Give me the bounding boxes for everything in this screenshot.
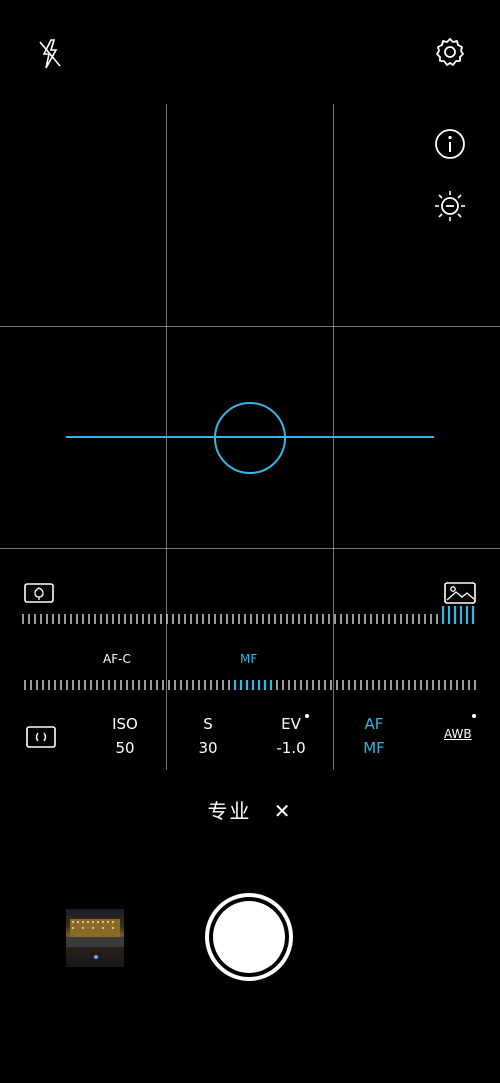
focus-circle[interactable] — [214, 402, 286, 474]
mode-bar: 专业 ✕ — [0, 795, 500, 824]
focus-control[interactable]: AF MF — [339, 712, 409, 760]
awb-control[interactable]: AWB — [444, 727, 472, 741]
iso-value: 50 — [115, 739, 135, 757]
grid-line — [0, 326, 500, 327]
shutter-speed-control[interactable]: S 30 — [173, 712, 243, 760]
focus-mode-mf[interactable]: MF — [240, 652, 257, 666]
shutter-speed-value: 30 — [198, 739, 218, 757]
close-icon[interactable]: ✕ — [274, 799, 293, 823]
metering-icon[interactable] — [26, 726, 56, 748]
shutter-button[interactable] — [205, 893, 293, 981]
focus-distance-ruler[interactable] — [22, 606, 478, 626]
focus-mode-ruler[interactable] — [24, 678, 476, 692]
grid-line — [0, 548, 500, 549]
ev-label: EV — [281, 715, 301, 733]
awb-indicator-dot — [472, 714, 476, 718]
pro-mode-label: 专业 — [207, 799, 252, 823]
landscape-icon — [444, 582, 476, 604]
focus-label: AF — [364, 715, 384, 733]
shutter-speed-label: S — [203, 715, 213, 733]
ev-value: -1.0 — [276, 739, 306, 757]
ev-indicator-dot — [305, 714, 309, 718]
focus-value: MF — [363, 739, 385, 757]
gallery-thumbnail[interactable] — [66, 909, 124, 967]
iso-label: ISO — [112, 715, 138, 733]
shutter-inner — [213, 901, 285, 973]
ev-control[interactable]: EV -1.0 — [256, 712, 326, 760]
iso-control[interactable]: ISO 50 — [90, 712, 160, 760]
macro-flower-icon — [24, 583, 54, 603]
focus-mode-af-c[interactable]: AF-C — [103, 652, 131, 666]
